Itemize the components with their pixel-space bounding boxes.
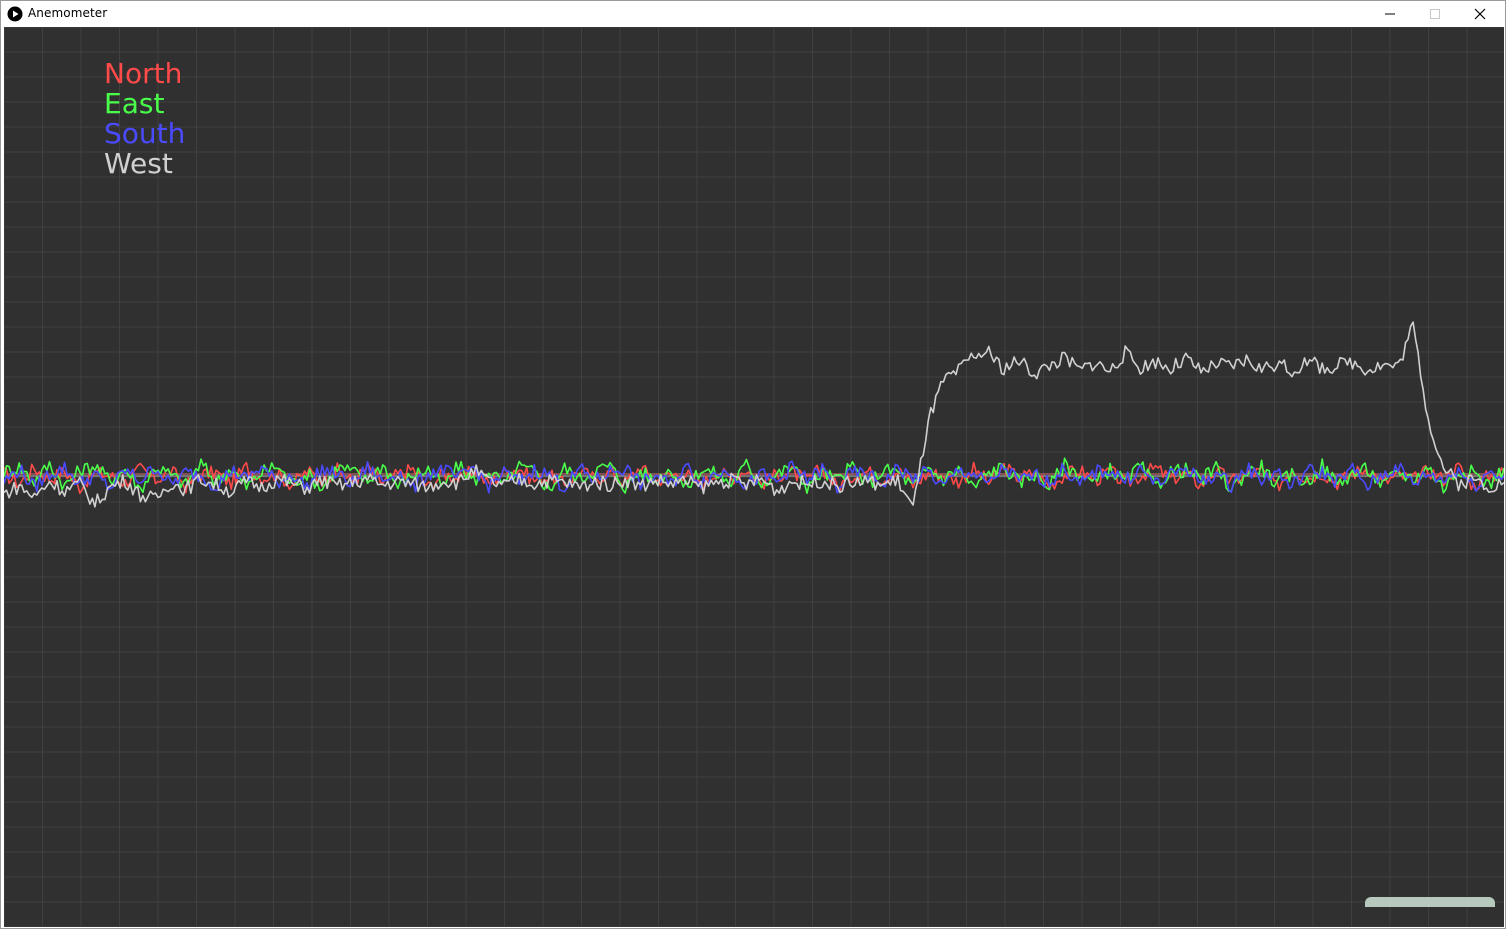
close-icon bbox=[1474, 5, 1486, 24]
minimize-icon bbox=[1384, 5, 1396, 24]
wind-chart bbox=[4, 27, 1504, 927]
anemometer-window: Anemometer North East South West bbox=[0, 0, 1506, 929]
title-bar[interactable]: Anemometer bbox=[1, 1, 1505, 27]
legend-west: West bbox=[104, 147, 173, 180]
legend-east: East bbox=[104, 87, 165, 120]
window-title: Anemometer bbox=[28, 6, 108, 20]
legend: North East South West bbox=[104, 59, 185, 179]
play-circle-icon bbox=[7, 6, 23, 22]
maximize-icon bbox=[1429, 5, 1441, 24]
minimize-button[interactable] bbox=[1367, 1, 1412, 27]
close-button[interactable] bbox=[1457, 1, 1502, 27]
legend-south: South bbox=[104, 117, 186, 150]
corner-widget[interactable] bbox=[1365, 897, 1495, 907]
plot-canvas: North East South West bbox=[4, 27, 1504, 927]
series-lines bbox=[4, 321, 1504, 508]
legend-north: North bbox=[104, 57, 183, 90]
maximize-button[interactable] bbox=[1412, 1, 1457, 27]
